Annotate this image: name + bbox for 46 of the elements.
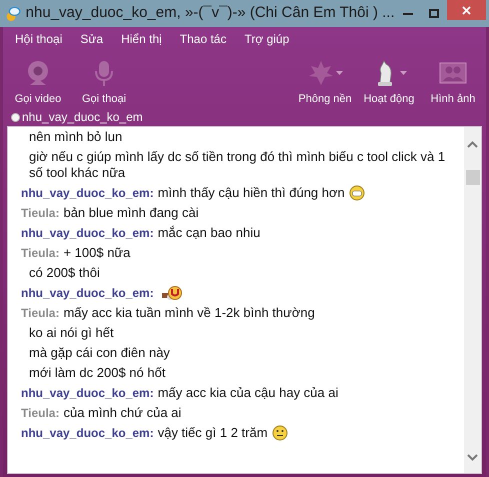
sender-name: nhu_vay_duoc_ko_em:	[21, 225, 154, 241]
chat-bubble-icon	[5, 4, 21, 22]
close-icon	[462, 6, 471, 14]
toolbar-button[interactable]: Gọi video	[9, 58, 67, 107]
toolbar-button[interactable]: Hoạt động	[360, 58, 418, 107]
sender-name: Tieula:	[21, 205, 60, 221]
sender-name: Tieula:	[21, 305, 60, 321]
sender-name: nhu_vay_duoc_ko_em:	[21, 385, 154, 401]
menu-item[interactable]: Thao tác	[176, 30, 230, 48]
scrollbar[interactable]	[464, 127, 481, 473]
toolbar-button[interactable]: Phông nền	[296, 58, 354, 107]
message-text: + 100$ nữa	[63, 245, 130, 261]
scroll-up-icon[interactable]	[467, 141, 478, 148]
emoticon-icon	[272, 425, 288, 441]
message-text: mấy acc kia tuần mình về 1-2k bình thường	[63, 305, 315, 321]
message-text: mắc cạn bao nhiu	[158, 225, 260, 241]
sender-name: nhu_vay_duoc_ko_em:	[21, 425, 154, 441]
menu-item[interactable]: Hiển thị	[117, 30, 166, 48]
message-text: bản blue mình đang cài	[63, 205, 199, 221]
window-title: nhu_vay_duoc_ko_em, »-(¯v¯)-» (Chi Cân Em Thôi ) ...	[26, 3, 395, 24]
message-text: mình thấy cậu hiền thì đúng hơn	[158, 185, 345, 201]
message-text: vậy tiếc gì 1 2 trăm	[158, 425, 268, 441]
message-text: nên mình bỏ lun	[29, 129, 122, 145]
message-text: mà gặp cái con điên này	[29, 345, 170, 361]
toolbar-button[interactable]: Hình ảnh	[424, 58, 482, 107]
emoticon-icon	[162, 285, 182, 301]
scroll-down-icon[interactable]	[467, 454, 478, 461]
menu-item[interactable]: Trợ giúp	[240, 30, 294, 48]
close-button[interactable]	[446, 0, 486, 20]
message-text: của mình chứ của ai	[63, 405, 182, 421]
sender-name: nhu_vay_duoc_ko_em:	[21, 185, 154, 201]
menu-item[interactable]: Hội thoại	[11, 30, 66, 48]
maximize-icon	[428, 9, 439, 18]
minimize-icon	[402, 12, 413, 14]
contact-name: nhu_vay_duoc_ko_em	[22, 109, 143, 126]
scroll-thumb[interactable]	[466, 170, 480, 185]
menu-item[interactable]: Sửa	[76, 30, 108, 48]
sender-name: nhu_vay_duoc_ko_em:	[21, 285, 154, 301]
sender-name: Tieula:	[21, 245, 60, 261]
emoticon-icon	[348, 185, 365, 201]
message-text: mới làm dc 200$ nó hốt	[29, 365, 166, 381]
toolbar-button[interactable]: Gọi thoại	[75, 58, 133, 107]
message-text: có 200$ thôi	[29, 265, 100, 281]
sender-name: Tieula:	[21, 405, 60, 421]
message-text: ko ai nói gì hết	[29, 325, 114, 341]
message-text: mấy acc kia của cậu hay của ai	[158, 385, 338, 401]
